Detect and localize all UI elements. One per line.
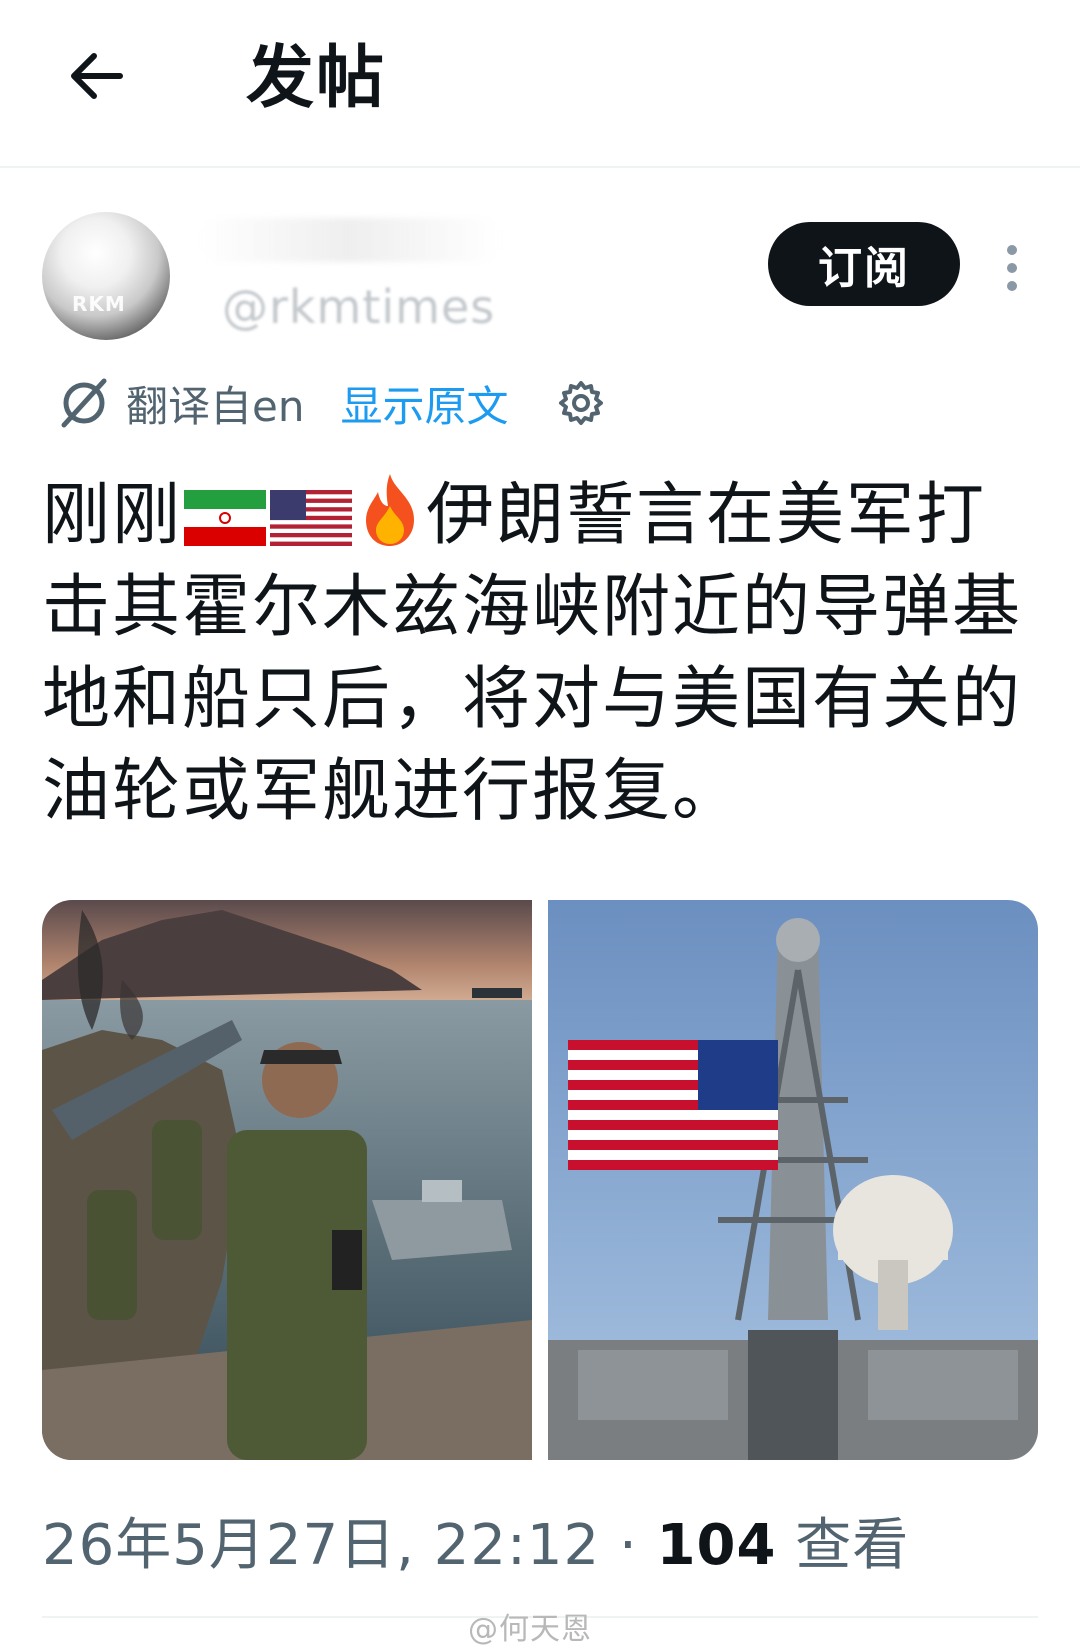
post-text-prefix: 刚刚 [42,476,183,555]
post-image-warship-flag-art [548,900,1038,1460]
user-handle[interactable]: @rkmtimes [222,280,495,334]
translate-icon [61,378,107,428]
display-name-blurred [200,218,500,262]
post-image-soldier-coast[interactable] [42,900,532,1460]
post-image-warship-flag[interactable] [548,900,1038,1460]
post-image-soldier-coast-art [42,900,532,1460]
subscribe-button[interactable]: 订阅 [768,222,960,306]
post-timestamp[interactable]: 26年5月27日, 22:12 [42,1513,600,1578]
page-title: 发帖 [246,39,387,118]
more-vertical-icon [1007,245,1017,291]
back-arrow-icon [71,53,123,99]
usa-flag-icon [270,490,353,546]
views-count: 104 [656,1513,777,1578]
fire-icon [366,474,415,546]
post-meta: 26年5月27日, 22:12 · 104 查看 [42,1508,909,1584]
translation-row: 翻译自en 显示原文 [56,368,606,438]
translated-from-label: 翻译自en [126,381,305,431]
iran-flag-icon [184,490,267,546]
views-label: 查看 [795,1513,910,1578]
meta-separator: · [618,1513,638,1578]
gear-icon[interactable] [556,378,606,428]
back-button[interactable] [56,36,136,116]
post-text: 刚刚 伊朗誓言在美军打击其霍尔木兹海峡附近的导弹基地和船只后，将对与美国有关的油… [42,470,1042,838]
show-original-link[interactable]: 显示原文 [340,373,508,434]
avatar[interactable]: RKM [42,212,170,340]
top-bar: 发帖 [0,0,1080,168]
watermark: @何天恩 [468,1612,592,1647]
more-options-button[interactable] [990,236,1034,300]
avatar-text: RKM [72,292,126,316]
